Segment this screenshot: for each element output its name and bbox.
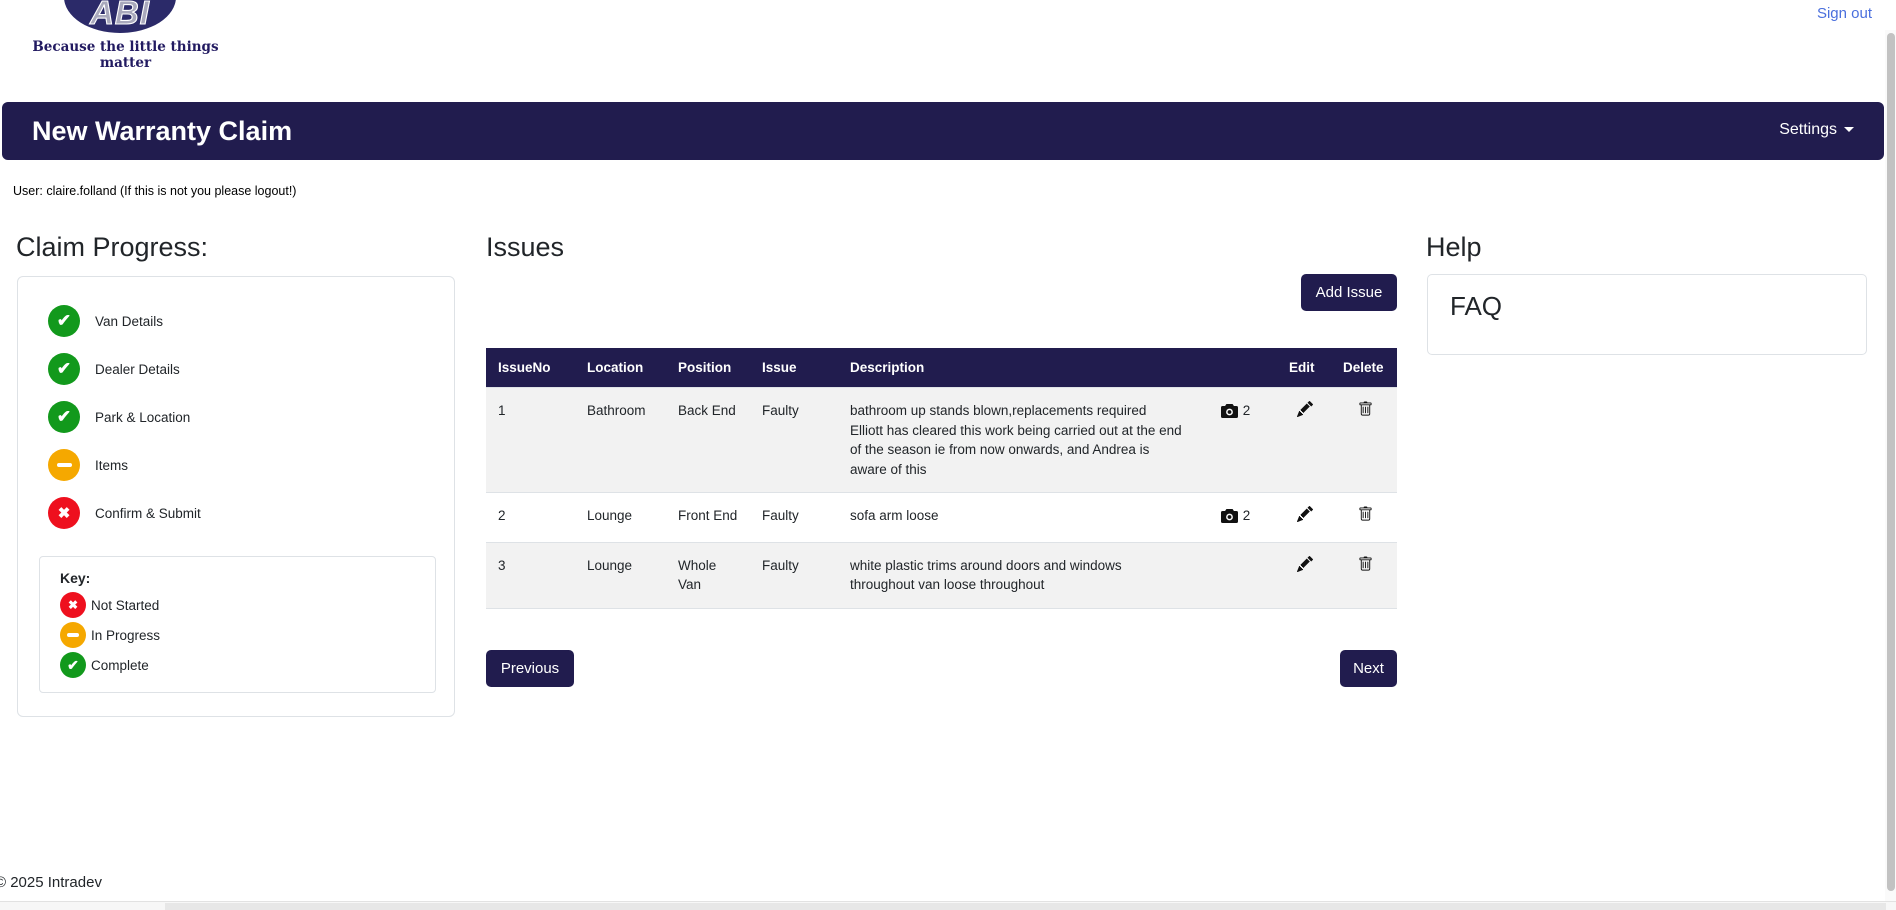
description-cell: bathroom up stands blown,replacements re… xyxy=(838,386,1192,493)
issueno-cell: 1 xyxy=(486,386,575,493)
key-item-label: Complete xyxy=(91,657,149,673)
issue-cell: Faulty xyxy=(750,386,838,493)
progress-item-park-location[interactable]: Park & Location xyxy=(18,393,454,441)
status-complete-icon xyxy=(48,305,80,337)
status-in-progress-icon xyxy=(48,449,80,481)
status-complete-icon xyxy=(60,652,86,678)
key-box: Key: Not Started In Progress Complete xyxy=(39,556,436,693)
status-complete-icon xyxy=(48,353,80,385)
location-cell: Lounge xyxy=(575,541,666,609)
vertical-scrollbar[interactable] xyxy=(1885,30,1896,910)
help-heading: Help xyxy=(1426,232,1482,262)
delete-cell xyxy=(1331,492,1397,543)
table-header-row: IssueNo Location Position Issue Descript… xyxy=(486,348,1397,388)
progress-item-label: Items xyxy=(95,457,129,473)
pencil-icon xyxy=(1297,400,1314,417)
key-item-complete: Complete xyxy=(60,650,435,680)
position-cell: Front End xyxy=(666,492,750,543)
status-not-started-icon xyxy=(60,592,86,618)
pencil-icon xyxy=(1297,506,1314,523)
delete-cell xyxy=(1331,541,1397,609)
key-item-in-progress: In Progress xyxy=(60,620,435,650)
camera-icon xyxy=(1220,509,1238,524)
photos-cell: 2 xyxy=(1192,386,1277,493)
horizontal-scrollbar-thumb[interactable] xyxy=(165,903,1886,910)
key-item-not-started: Not Started xyxy=(60,590,435,620)
position-cell: Whole Van xyxy=(666,541,750,609)
col-header-location: Location xyxy=(575,348,666,388)
progress-list: Van Details Dealer Details Park & Locati… xyxy=(18,277,454,537)
issue-cell: Faulty xyxy=(750,541,838,609)
location-cell: Lounge xyxy=(575,492,666,543)
horizontal-scrollbar[interactable] xyxy=(0,901,1896,910)
edit-button[interactable] xyxy=(1297,555,1314,572)
camera-icon xyxy=(1220,403,1238,418)
footer-copyright: © 2025 Intradev xyxy=(0,874,102,891)
claim-progress-panel: Van Details Dealer Details Park & Locati… xyxy=(17,276,455,717)
progress-item-van-details[interactable]: Van Details xyxy=(18,297,454,345)
add-issue-button[interactable]: Add Issue xyxy=(1301,274,1397,311)
description-cell: sofa arm loose xyxy=(838,492,1192,543)
issueno-cell: 3 xyxy=(486,541,575,609)
position-cell: Back End xyxy=(666,386,750,493)
issues-heading: Issues xyxy=(486,232,565,262)
faq-panel: FAQ xyxy=(1427,274,1867,355)
edit-cell xyxy=(1277,386,1331,493)
issues-section: Issues Add Issue IssueNo Location Positi… xyxy=(486,0,1397,910)
progress-item-label: Confirm & Submit xyxy=(95,505,201,521)
col-header-photos xyxy=(1192,348,1277,388)
table-row: 2 Lounge Front End Faulty sofa arm loose… xyxy=(486,492,1397,543)
key-item-label: In Progress xyxy=(91,627,161,643)
edit-cell xyxy=(1277,541,1331,609)
key-heading: Key: xyxy=(60,570,91,586)
key-item-label: Not Started xyxy=(91,597,160,613)
progress-item-label: Park & Location xyxy=(95,409,191,425)
status-not-started-icon xyxy=(48,497,80,529)
photo-count: 2 xyxy=(1242,403,1251,418)
col-header-issue: Issue xyxy=(750,348,838,388)
progress-item-items[interactable]: Items xyxy=(18,441,454,489)
col-header-description: Description xyxy=(838,348,1192,388)
page: ABI Because the little things matter Sig… xyxy=(0,0,1896,910)
claim-progress-heading: Claim Progress: xyxy=(16,232,209,262)
claim-progress-section: Claim Progress: Van Details Dealer Detai… xyxy=(16,0,458,910)
photos-cell: 2 xyxy=(1192,492,1277,543)
trash-icon[interactable] xyxy=(1358,506,1373,522)
photo-count: 2 xyxy=(1242,508,1251,524)
edit-button[interactable] xyxy=(1297,400,1314,417)
progress-item-label: Van Details xyxy=(95,313,164,329)
help-section: Help FAQ xyxy=(1426,0,1868,910)
table-row: 3 Lounge Whole Van Faulty white plastic … xyxy=(486,541,1397,609)
col-header-delete: Delete xyxy=(1331,348,1397,388)
pencil-icon xyxy=(1297,555,1314,572)
issues-table: IssueNo Location Position Issue Descript… xyxy=(486,348,1397,609)
col-header-edit: Edit xyxy=(1277,348,1331,388)
trash-icon[interactable] xyxy=(1358,401,1373,417)
issueno-cell: 2 xyxy=(486,492,575,543)
next-button[interactable]: Next xyxy=(1340,650,1397,687)
location-cell: Bathroom xyxy=(575,386,666,493)
description-cell: white plastic trims around doors and win… xyxy=(838,541,1192,609)
progress-item-label: Dealer Details xyxy=(95,361,180,377)
table-row: 1 Bathroom Back End Faulty bathroom up s… xyxy=(486,386,1397,493)
col-header-issueno: IssueNo xyxy=(486,348,575,388)
edit-button[interactable] xyxy=(1297,506,1314,523)
issue-cell: Faulty xyxy=(750,492,838,543)
col-header-position: Position xyxy=(666,348,750,388)
status-in-progress-icon xyxy=(60,622,86,648)
vertical-scrollbar-thumb[interactable] xyxy=(1887,33,1895,891)
previous-button[interactable]: Previous xyxy=(486,650,574,687)
status-complete-icon xyxy=(48,401,80,433)
photos-cell xyxy=(1192,541,1277,609)
delete-cell xyxy=(1331,386,1397,493)
faq-link[interactable]: FAQ xyxy=(1450,291,1502,321)
edit-cell xyxy=(1277,492,1331,543)
progress-item-confirm-submit[interactable]: Confirm & Submit xyxy=(18,489,454,537)
progress-item-dealer-details[interactable]: Dealer Details xyxy=(18,345,454,393)
trash-icon[interactable] xyxy=(1358,556,1373,572)
